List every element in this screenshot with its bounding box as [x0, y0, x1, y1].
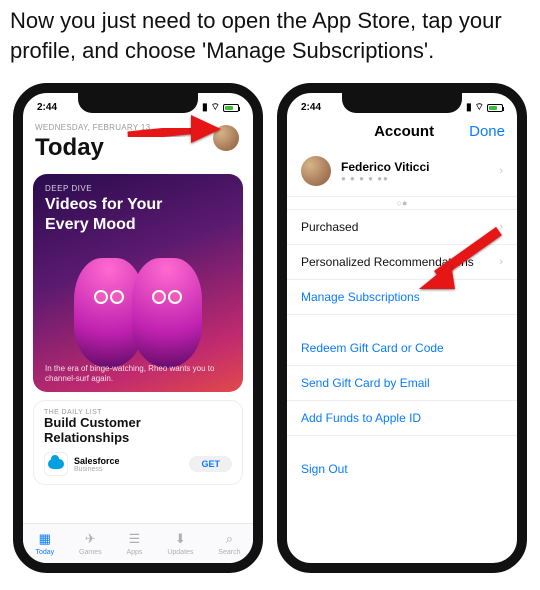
phone-left: 2:44 ▮ ⌔ WEDNESDAY, FEBRUARY 13 Today DE…: [13, 83, 263, 573]
nav-bar: Account Done: [287, 119, 517, 146]
get-button[interactable]: GET: [189, 456, 232, 472]
phone-right: 2:44 ▮ ⌔ Account Done Federico Viticci ●…: [277, 83, 527, 573]
today-header: WEDNESDAY, FEBRUARY 13 Today: [23, 119, 253, 168]
page-indicator: ○●: [287, 196, 517, 210]
done-button[interactable]: Done: [469, 123, 505, 140]
row-redeem[interactable]: Redeem Gift Card or Code: [287, 331, 517, 366]
feature-title: Videos for Your Every Mood: [45, 195, 231, 233]
feature-caption: In the era of binge-watching, Rheo wants…: [45, 364, 231, 384]
annotation-arrow: [407, 227, 507, 297]
battery-icon: [223, 104, 239, 112]
account-dots: ● ● ● ● ●●: [341, 174, 429, 183]
row-send-gift[interactable]: Send Gift Card by Email: [287, 366, 517, 401]
wifi-icon: ⌔: [475, 101, 484, 114]
instruction-caption: Now you just need to open the App Store,…: [0, 0, 540, 79]
tab-search[interactable]: ⌕Search: [218, 531, 240, 556]
notch: [342, 93, 462, 113]
tab-games[interactable]: ✈Games: [79, 531, 102, 556]
profile-row[interactable]: Federico Viticci ● ● ● ● ●● ›: [287, 146, 517, 196]
battery-icon: [487, 104, 503, 112]
row-add-funds[interactable]: Add Funds to Apple ID: [287, 401, 517, 436]
apps-icon: ☰: [129, 531, 141, 547]
app-row[interactable]: Salesforce Business GET: [44, 452, 232, 476]
status-right: ▮ ⌔: [466, 101, 503, 114]
feature-eyebrow: DEEP DIVE: [45, 184, 231, 193]
feature-art: [33, 258, 243, 368]
feature-card[interactable]: DEEP DIVE Videos for Your Every Mood In …: [33, 174, 243, 392]
phone-pair: 2:44 ▮ ⌔ WEDNESDAY, FEBRUARY 13 Today DE…: [0, 79, 540, 577]
row-sign-out[interactable]: Sign Out: [287, 452, 517, 486]
salesforce-icon: [44, 452, 68, 476]
tab-apps[interactable]: ☰Apps: [126, 531, 142, 556]
updates-icon: ⬇: [175, 531, 186, 547]
daily-list-title: Build Customer Relationships: [44, 416, 232, 446]
account-avatar: [301, 156, 331, 186]
account-name: Federico Viticci: [341, 160, 429, 174]
status-time: 2:44: [37, 102, 57, 113]
nav-title: Account: [374, 123, 434, 140]
app-subtitle: Business: [74, 466, 120, 473]
status-time: 2:44: [301, 102, 321, 113]
tab-bar: ▦Today ✈Games ☰Apps ⬇Updates ⌕Search: [23, 523, 253, 563]
notch: [78, 93, 198, 113]
search-icon: ⌕: [226, 531, 233, 547]
today-icon: ▦: [39, 531, 51, 547]
rocket-icon: ✈: [85, 531, 96, 547]
chevron-right-icon: ›: [499, 165, 503, 177]
row-recommendations[interactable]: Personalized Recommendations ›: [287, 245, 517, 280]
signal-icon: ▮: [466, 102, 472, 113]
app-name: Salesforce: [74, 456, 120, 466]
daily-list-card[interactable]: THE DAILY LIST Build Customer Relationsh…: [33, 400, 243, 485]
annotation-arrow: [123, 111, 223, 151]
tab-today[interactable]: ▦Today: [35, 531, 54, 556]
tab-updates[interactable]: ⬇Updates: [167, 531, 193, 556]
